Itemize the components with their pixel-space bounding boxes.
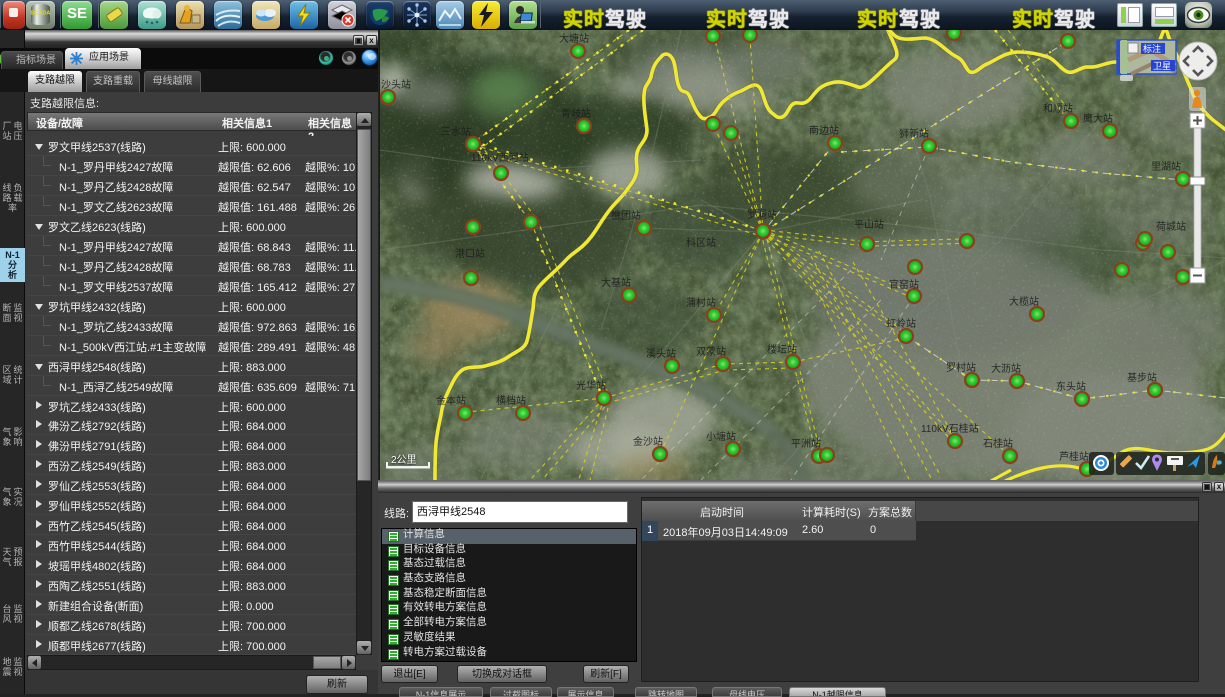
svg-text:标注: 标注 bbox=[1143, 43, 1161, 54]
svg-text:狮新站: 狮新站 bbox=[899, 127, 929, 140]
svg-text:大沥站: 大沥站 bbox=[991, 362, 1021, 375]
svg-text:青岐站: 青岐站 bbox=[561, 107, 591, 120]
svg-text:2公里: 2公里 bbox=[391, 454, 417, 466]
svg-text:官窑站: 官窑站 bbox=[889, 278, 919, 291]
svg-text:平洲站: 平洲站 bbox=[791, 437, 821, 450]
svg-text:樵团站: 樵团站 bbox=[611, 209, 641, 222]
svg-text:大塘站: 大塘站 bbox=[559, 32, 589, 45]
svg-text:荷城站: 荷城站 bbox=[1156, 220, 1186, 233]
svg-text:科区站: 科区站 bbox=[686, 236, 716, 249]
svg-text:金沙站: 金沙站 bbox=[633, 435, 663, 448]
svg-text:110kV西河站: 110kV西河站 bbox=[471, 151, 529, 164]
svg-text:大基站: 大基站 bbox=[601, 276, 631, 289]
svg-text:鹰大站: 鹰大站 bbox=[1083, 112, 1113, 125]
svg-text:沙头站: 沙头站 bbox=[381, 78, 411, 91]
svg-text:罗洞站: 罗洞站 bbox=[747, 208, 777, 221]
svg-text:楼坛站: 楼坛站 bbox=[767, 343, 797, 356]
svg-text:港口站: 港口站 bbox=[455, 247, 485, 260]
svg-text:里湖站: 里湖站 bbox=[1151, 160, 1181, 173]
svg-text:石桂站: 石桂站 bbox=[983, 437, 1013, 450]
svg-text:横档站: 横档站 bbox=[496, 394, 526, 407]
svg-text:110kV石桂站: 110kV石桂站 bbox=[921, 422, 979, 435]
svg-text:东头站: 东头站 bbox=[1056, 380, 1086, 393]
svg-text:双蒙站: 双蒙站 bbox=[696, 345, 726, 358]
svg-text:芦桂站: 芦桂站 bbox=[1059, 450, 1089, 463]
svg-text:和顺站: 和顺站 bbox=[1043, 102, 1073, 115]
svg-text:三水站: 三水站 bbox=[441, 125, 471, 138]
svg-text:光华站: 光华站 bbox=[576, 379, 606, 392]
svg-text:金本站: 金本站 bbox=[436, 394, 466, 407]
svg-text:南边站: 南边站 bbox=[809, 124, 839, 137]
svg-text:罗村站: 罗村站 bbox=[946, 361, 976, 374]
svg-text:小塘站: 小塘站 bbox=[706, 430, 736, 443]
svg-text:虹岭站: 虹岭站 bbox=[886, 317, 916, 330]
svg-text:基步站: 基步站 bbox=[1127, 371, 1157, 384]
svg-text:平山站: 平山站 bbox=[854, 218, 884, 231]
svg-text:蒲村站: 蒲村站 bbox=[686, 296, 716, 309]
svg-text:溪头站: 溪头站 bbox=[646, 347, 676, 360]
svg-text:大榄站: 大榄站 bbox=[1009, 295, 1039, 308]
svg-text:卫星: 卫星 bbox=[1153, 61, 1171, 71]
